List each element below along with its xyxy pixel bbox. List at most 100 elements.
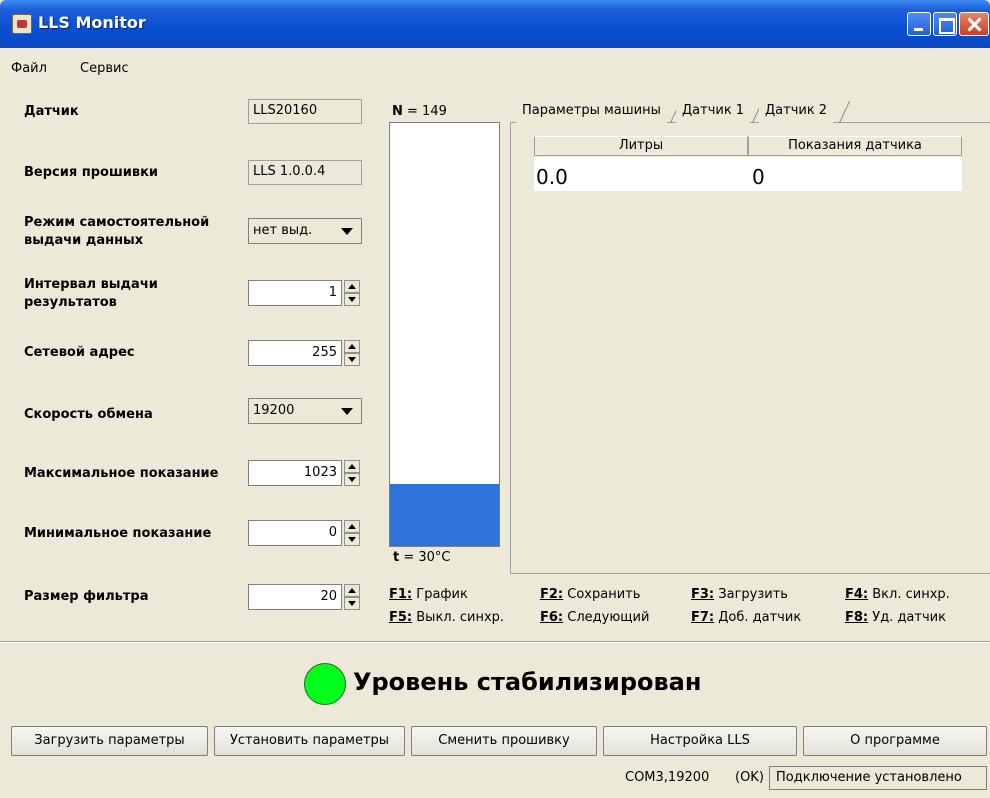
sensor-field: LLS20160 — [248, 99, 362, 124]
spin-up-icon[interactable] — [344, 520, 360, 533]
filter-input[interactable]: 20 — [248, 584, 342, 610]
load-params-button[interactable]: Загрузить параметры — [11, 726, 208, 756]
gauge-temperature: t = 30°C — [393, 550, 451, 565]
spin-down-icon[interactable] — [344, 293, 360, 306]
spin-up-icon[interactable] — [344, 460, 360, 473]
gauge-n-readout: N = 149 — [392, 104, 447, 119]
level-gauge — [389, 122, 500, 547]
fkey-label: Следующий — [567, 610, 650, 625]
title-bar[interactable] — [0, 0, 990, 48]
tab-sensor-1[interactable]: Датчик 1 — [676, 100, 751, 123]
spin-up-icon[interactable] — [344, 584, 360, 597]
status-message: Уровень стабилизирован — [353, 668, 702, 696]
auto-mode-select[interactable]: нет выд. — [248, 218, 362, 244]
max-reading-spin-buttons[interactable] — [344, 460, 360, 486]
fkey-label: Выкл. синхр. — [416, 610, 505, 625]
auto-mode-label: Режим самостоятельной выдачи данных — [24, 214, 209, 250]
gauge-n-value: = 149 — [407, 104, 447, 119]
table-cell-liters[interactable]: 0.0 — [534, 157, 748, 191]
maximize-button[interactable] — [933, 12, 957, 36]
table-cell-reading[interactable]: 0 — [750, 157, 962, 191]
fkey-sync-on[interactable]: F4: Вкл. синхр. — [845, 587, 950, 602]
spin-down-icon[interactable] — [344, 533, 360, 546]
interval-input[interactable]: 1 — [248, 280, 342, 306]
filter-stepper[interactable]: 20 — [248, 584, 362, 610]
fkey-graph[interactable]: F1: График — [389, 587, 468, 602]
about-button[interactable]: О программе — [803, 726, 987, 756]
fkey-label: График — [416, 587, 468, 602]
address-input[interactable]: 255 — [248, 340, 342, 366]
column-header-liters[interactable]: Литры — [534, 136, 748, 156]
fkey-add-sensor[interactable]: F7: Доб. датчик — [691, 610, 801, 625]
auto-mode-value: нет выд. — [253, 223, 313, 238]
fkey-load[interactable]: F3: Загрузить — [691, 587, 788, 602]
interval-stepper[interactable]: 1 — [248, 280, 362, 306]
fkey-label: Уд. датчик — [872, 610, 946, 625]
java-app-icon[interactable] — [12, 14, 32, 34]
spin-down-icon[interactable] — [344, 473, 360, 486]
spin-down-icon[interactable] — [344, 353, 360, 366]
menu-service[interactable]: Сервис — [80, 61, 129, 76]
fkey-code: F5: — [389, 610, 413, 625]
interval-label: Интервал выдачи результатов — [24, 276, 158, 312]
baud-label: Скорость обмена — [24, 407, 153, 422]
address-stepper[interactable]: 255 — [248, 340, 362, 366]
tab-sensor-2[interactable]: Датчик 2 — [759, 100, 834, 123]
firmware-field: LLS 1.0.0.4 — [248, 160, 362, 185]
calibration-table-header: Литры Показания датчика — [534, 136, 962, 156]
connection-status: Подключение установлено — [769, 766, 987, 790]
max-reading-label: Максимальное показание — [24, 466, 219, 481]
filter-label: Размер фильтра — [24, 589, 149, 604]
fkey-code: F8: — [845, 610, 869, 625]
fkey-sync-off[interactable]: F5: Выкл. синхр. — [389, 610, 504, 625]
section-divider — [0, 641, 990, 643]
gauge-t-symbol: t — [393, 550, 400, 565]
fkey-next[interactable]: F6: Следующий — [540, 610, 649, 625]
column-header-readings[interactable]: Показания датчика — [748, 136, 962, 156]
lls-settings-button[interactable]: Настройка LLS — [603, 726, 797, 756]
auto-mode-label-line1: Режим самостоятельной — [24, 215, 210, 230]
address-spin-buttons[interactable] — [344, 340, 360, 366]
min-reading-stepper[interactable]: 0 — [248, 520, 362, 546]
window-title: LLS Monitor — [38, 13, 146, 32]
max-reading-stepper[interactable]: 1023 — [248, 460, 362, 486]
interval-spin-buttons[interactable] — [344, 280, 360, 306]
fkey-save[interactable]: F2: Сохранить — [540, 587, 640, 602]
chevron-down-icon — [341, 228, 353, 235]
filter-spin-buttons[interactable] — [344, 584, 360, 610]
min-reading-label: Минимальное показание — [24, 526, 212, 541]
auto-mode-label-line2: выдачи данных — [24, 233, 144, 248]
gauge-t-value: = 30°C — [403, 550, 451, 565]
menu-bar — [0, 48, 990, 88]
fkey-label: Вкл. синхр. — [872, 587, 950, 602]
spin-up-icon[interactable] — [344, 280, 360, 293]
spin-up-icon[interactable] — [344, 340, 360, 353]
chevron-down-icon — [341, 408, 353, 415]
port-status: (OK) — [735, 770, 764, 785]
baud-select[interactable]: 19200 — [248, 398, 362, 424]
table-row[interactable]: 0.0 0 — [534, 157, 962, 191]
menu-file[interactable]: Файл — [11, 61, 47, 76]
firmware-label: Версия прошивки — [24, 165, 159, 180]
min-reading-spin-buttons[interactable] — [344, 520, 360, 546]
change-firmware-button[interactable]: Сменить прошивку — [411, 726, 597, 756]
close-button[interactable] — [959, 12, 989, 36]
max-reading-input[interactable]: 1023 — [248, 460, 342, 486]
spin-down-icon[interactable] — [344, 597, 360, 610]
level-gauge-fill — [390, 484, 499, 546]
sensor-label: Датчик — [24, 104, 79, 119]
baud-value: 19200 — [253, 403, 295, 418]
set-params-button[interactable]: Установить параметры — [214, 726, 405, 756]
fkey-remove-sensor[interactable]: F8: Уд. датчик — [845, 610, 946, 625]
interval-label-line2: результатов — [24, 295, 117, 310]
fkey-code: F1: — [389, 587, 413, 602]
interval-label-line1: Интервал выдачи — [24, 277, 158, 292]
min-reading-input[interactable]: 0 — [248, 520, 342, 546]
tab-divider — [838, 101, 851, 123]
port-info: COM3,19200 — [625, 770, 710, 785]
fkey-label: Сохранить — [567, 587, 641, 602]
minimize-button[interactable] — [907, 12, 931, 36]
fkey-label: Доб. датчик — [718, 610, 802, 625]
fkey-code: F2: — [540, 587, 564, 602]
tab-vehicle-params[interactable]: Параметры машины — [516, 100, 667, 123]
